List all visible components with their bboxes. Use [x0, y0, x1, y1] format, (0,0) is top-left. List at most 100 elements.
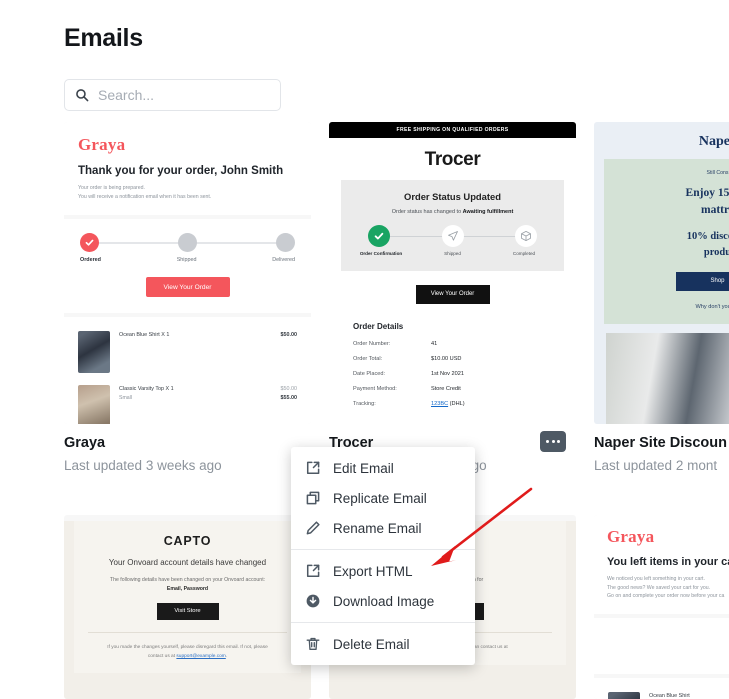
search-icon: [75, 88, 89, 102]
product-image: [78, 331, 110, 374]
preview-paragraph-3: Go on and complete your order now before…: [607, 593, 725, 600]
preview-heading-line-2: mattre: [701, 203, 729, 216]
preview-heading: Thank you for your order, John Smith: [78, 165, 284, 177]
emails-page: Emails: [0, 0, 729, 111]
menu-item-delete-email[interactable]: Delete Email: [291, 629, 475, 659]
preview-logo: CAPTO: [163, 534, 212, 548]
preview-paragraph-1: We noticed you left something in your ca…: [607, 576, 705, 582]
preview-heading2-line-2: produ: [703, 246, 729, 258]
menu-item-replicate-email[interactable]: Replicate Email: [291, 483, 475, 513]
step-node-shipped: [441, 225, 464, 247]
menu-item-edit-email[interactable]: Edit Email: [291, 453, 475, 483]
preview-logo: Graya: [607, 527, 655, 546]
menu-divider: [291, 549, 475, 550]
product-variant: Small: [119, 395, 132, 402]
detail-value: $10.00 USD: [431, 355, 462, 362]
page-title: Emails: [64, 24, 143, 52]
preview-footer-line-1: If you made the changes yourself, please…: [107, 644, 268, 650]
menu-item-rename-email[interactable]: Rename Email: [291, 513, 475, 543]
preview-line-item: Ocean Blue Shirt: [608, 686, 729, 699]
support-email-link[interactable]: support@example.com: [176, 654, 225, 659]
email-card-graya[interactable]: Graya Thank you for your order, John Smi…: [64, 122, 311, 473]
email-grid-row-1: Graya Thank you for your order, John Smi…: [64, 122, 729, 473]
detail-value: Store Credit: [431, 385, 461, 392]
step-label: Completed: [512, 251, 536, 256]
menu-item-export-html[interactable]: Export HTML: [291, 556, 475, 586]
step-label: Order Confirmation: [359, 251, 403, 256]
preview-question: Why don't you giv: [695, 303, 729, 310]
copy-icon: [305, 490, 321, 506]
email-preview-thumbnail[interactable]: Naper Still Cons Enjoy 15% o mattre 10% …: [594, 122, 729, 424]
detail-key: Date Placed:: [353, 370, 386, 377]
product-image: [78, 385, 110, 424]
email-preview-thumbnail[interactable]: FREE SHIPPING ON QUALIFIED ORDERS Trocer…: [329, 122, 576, 424]
preview-footer-prefix: contact us at: [147, 653, 177, 659]
step-node: [178, 233, 197, 253]
detail-key: Tracking:: [353, 400, 376, 407]
preview-paragraph-2: The good news? We saved your cart for yo…: [607, 584, 711, 591]
detail-value: 1st Nov 2021: [431, 370, 464, 377]
email-card-naper[interactable]: Naper Still Cons Enjoy 15% o mattre 10% …: [594, 122, 729, 473]
preview-heading-line-1: Enjoy 15% o: [685, 187, 729, 199]
card-context-menu[interactable]: Edit Email Replicate Email Rename Email …: [291, 447, 475, 665]
card-title: Graya: [64, 435, 106, 451]
email-card-graya-cart[interactable]: Graya You left items in your cart We not…: [594, 515, 729, 699]
tracking-link[interactable]: 123BC: [431, 401, 448, 407]
step-label: Ordered: [80, 257, 101, 264]
download-circle-icon: [305, 593, 321, 609]
preview-logo: Graya: [78, 135, 126, 154]
menu-item-label: Export HTML: [333, 563, 413, 579]
product-title: Classic Varsity Top X 1: [119, 386, 174, 393]
email-preview-thumbnail[interactable]: Graya Thank you for your order, John Smi…: [64, 122, 311, 424]
detail-key: Order Number:: [353, 340, 391, 347]
preview-eyebrow: Still Cons: [706, 170, 729, 176]
email-card-capto[interactable]: CAPTO Your Onvoard account details have …: [64, 515, 311, 699]
preview-heading: You left items in your cart: [607, 556, 729, 568]
product-price-original: $50.00: [280, 386, 298, 393]
step-label: Delivered: [272, 257, 295, 264]
preview-logo: Naper: [698, 134, 729, 149]
pencil-icon: [305, 520, 321, 536]
external-link-icon: [305, 460, 321, 476]
preview-status-value: Awaiting fulfillment: [462, 209, 514, 215]
preview-logo: Trocer: [424, 149, 481, 170]
menu-item-label: Download Image: [333, 593, 435, 609]
menu-item-download-image[interactable]: Download Image: [291, 586, 475, 616]
product-title: Ocean Blue Shirt X 1: [119, 332, 170, 339]
search-input[interactable]: [98, 87, 270, 103]
step-node-done: [80, 233, 99, 253]
product-image: [608, 691, 640, 699]
product-title: Ocean Blue Shirt: [649, 692, 690, 699]
menu-item-label: Delete Email: [333, 636, 410, 652]
preview-paragraph: The following details have been changed …: [109, 577, 266, 583]
search-box[interactable]: [64, 79, 281, 111]
email-preview-thumbnail[interactable]: CAPTO Your Onvoard account details have …: [64, 515, 311, 699]
menu-divider: [291, 622, 475, 623]
trash-icon: [305, 636, 321, 652]
preview-line-item: Classic Varsity Top X 1 Small $50.00 $55…: [78, 379, 297, 424]
step-label: Shipped: [176, 257, 197, 264]
preview-status-prefix: Order status has changed to: [391, 209, 463, 215]
preview-paragraph-1: Your order is being prepared.: [78, 185, 146, 191]
preview-cta-button: View Your Order: [415, 284, 490, 304]
preview-cta-button: Shop: [675, 271, 729, 291]
product-price: $55.00: [280, 395, 298, 402]
email-preview-thumbnail[interactable]: Graya You left items in your cart We not…: [594, 515, 729, 699]
preview-heading2-line-1: 10% discount: [686, 231, 729, 243]
step-node: [276, 233, 295, 253]
preview-heading: Your Onvoard account details have change…: [108, 558, 267, 567]
step-node-completed: [515, 225, 537, 247]
menu-item-label: Edit Email: [333, 460, 394, 476]
preview-heading: Order Status Updated: [404, 191, 501, 202]
card-options-button[interactable]: [540, 431, 566, 452]
detail-key: Payment Method:: [353, 385, 397, 392]
details-title: Order Details: [353, 321, 404, 331]
tracking-carrier: (DHL): [448, 400, 465, 407]
email-card-trocer[interactable]: FREE SHIPPING ON QUALIFIED ORDERS Trocer…: [329, 122, 576, 473]
preview-hero-image: [606, 332, 729, 424]
preview-footer-suffix: .: [225, 653, 228, 659]
card-updated-text: Last updated 2 mont: [594, 458, 718, 474]
preview-cta-button: View Your Order: [145, 277, 230, 298]
menu-item-label: Replicate Email: [333, 490, 427, 506]
external-link-icon: [305, 563, 321, 579]
